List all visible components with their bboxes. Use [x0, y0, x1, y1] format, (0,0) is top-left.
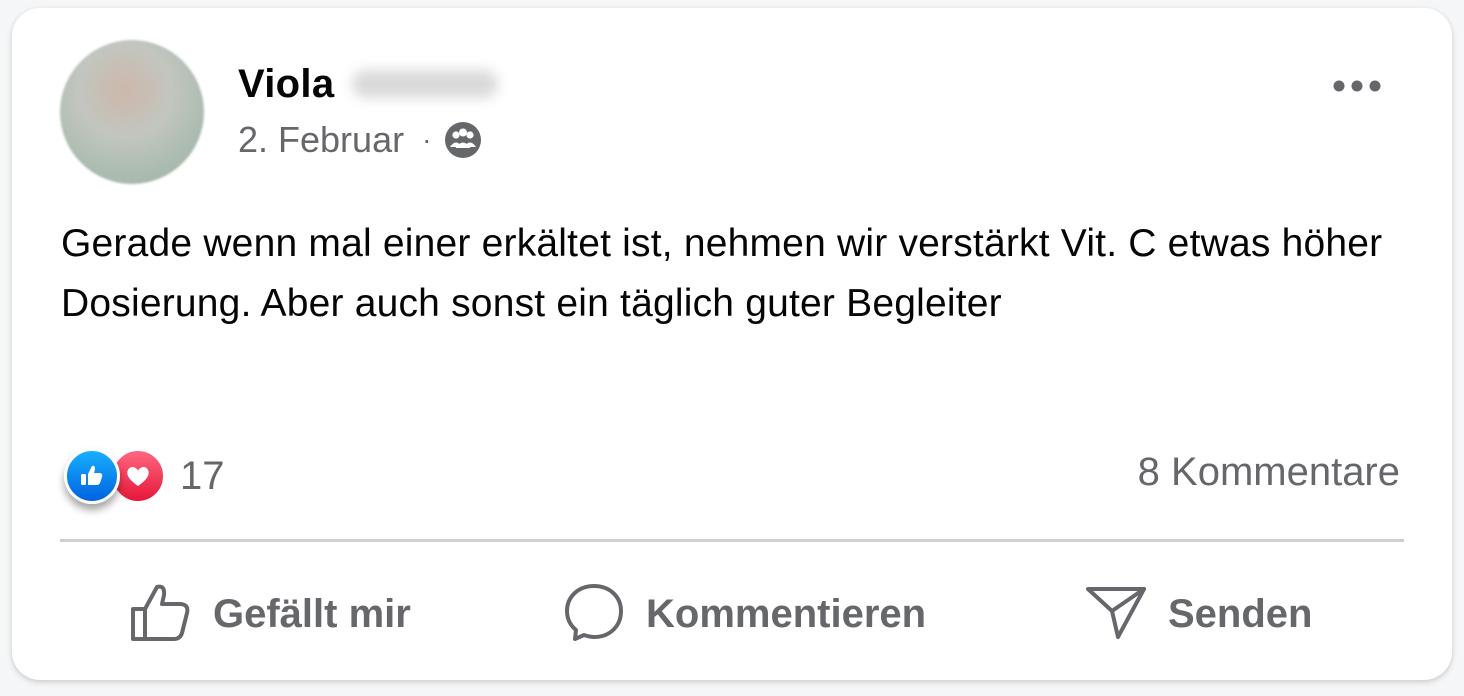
friends-icon[interactable]	[443, 120, 483, 160]
comment-button[interactable]: Kommentieren	[562, 578, 926, 650]
author-name[interactable]: Viola	[238, 62, 334, 107]
like-reaction-icon	[64, 448, 120, 504]
more-options-button[interactable]	[1322, 68, 1392, 104]
blurred-surname	[352, 70, 499, 98]
like-button[interactable]: Gefällt mir	[129, 578, 411, 650]
author-name-row: Viola	[238, 60, 499, 108]
send-icon	[1084, 581, 1148, 648]
post-date[interactable]: 2. Februar	[238, 119, 404, 161]
send-button[interactable]: Senden	[1084, 578, 1312, 650]
actions-divider	[60, 539, 1404, 542]
thumbs-up-icon	[129, 581, 193, 648]
reactions-summary[interactable]: 17	[64, 448, 225, 504]
meta-separator: ·	[422, 124, 432, 155]
like-button-label: Gefällt mir	[213, 591, 411, 636]
comments-count-link[interactable]: 8 Kommentare	[1138, 450, 1400, 495]
post-card: Viola 2. Februar · Gerade wenn mal einer…	[12, 8, 1452, 680]
reaction-count: 17	[180, 453, 225, 498]
comment-bubble-icon	[562, 581, 626, 648]
author-avatar[interactable]	[60, 40, 204, 184]
post-text: Gerade wenn mal einer erkältet ist, nehm…	[61, 222, 1383, 325]
post-meta: 2. Februar ·	[238, 118, 483, 162]
comment-button-label: Kommentieren	[646, 591, 927, 636]
send-button-label: Senden	[1168, 591, 1313, 636]
more-options-icon	[1333, 80, 1381, 92]
